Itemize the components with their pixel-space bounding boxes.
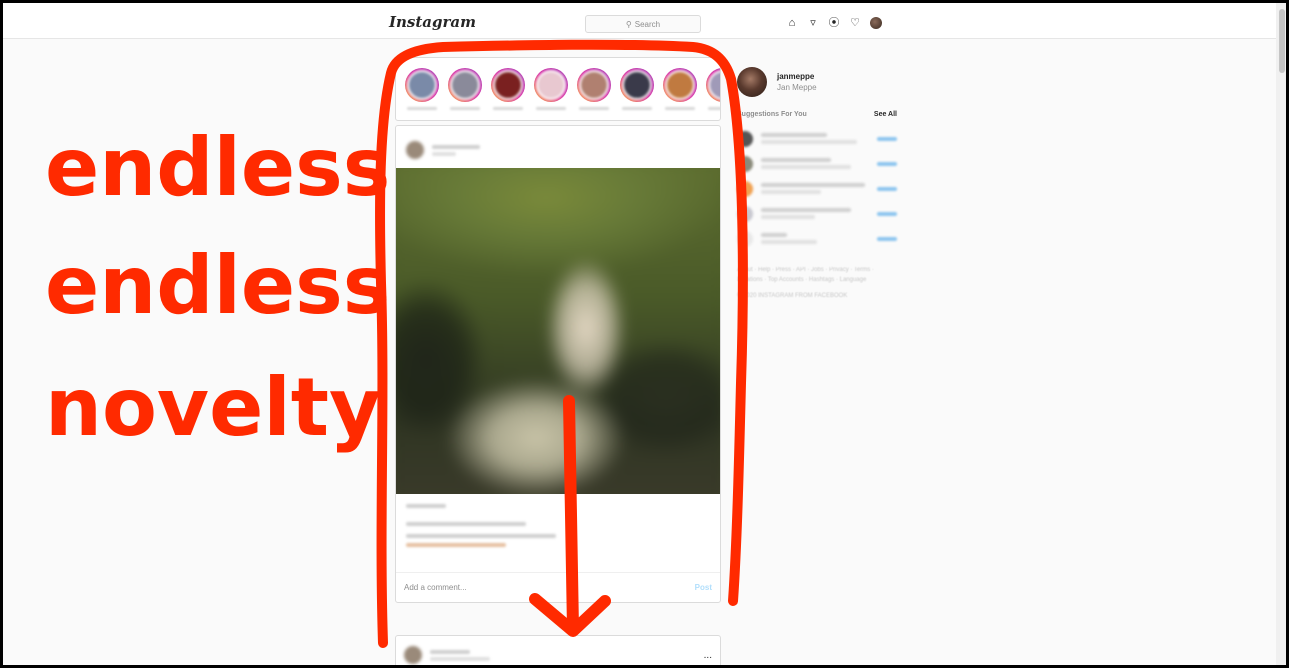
story-item[interactable] xyxy=(576,68,612,110)
annotation-line-3: novelty xyxy=(45,361,381,454)
heart-icon[interactable]: ♡ xyxy=(849,17,861,29)
post-comment-button[interactable]: Post xyxy=(695,583,712,592)
story-item[interactable] xyxy=(447,68,483,110)
feed-post-next: ... xyxy=(395,635,721,665)
suggestions-header: Suggestions For You See All xyxy=(737,111,897,118)
post-author-name[interactable] xyxy=(432,144,480,149)
scrollbar-thumb[interactable] xyxy=(1279,9,1285,73)
post-footer xyxy=(396,496,720,555)
avatar[interactable] xyxy=(737,180,753,197)
footer-links[interactable]: About · Help · Press · API · Jobs · Priv… xyxy=(737,265,897,285)
right-sidebar: janmeppe Jan Meppe Suggestions For You S… xyxy=(737,67,897,299)
home-icon[interactable]: ⌂ xyxy=(786,17,798,29)
avatar[interactable] xyxy=(737,205,753,222)
profile-icon[interactable] xyxy=(870,17,882,29)
post-photo[interactable] xyxy=(396,168,720,494)
post-author-avatar[interactable] xyxy=(406,141,424,159)
top-navigation-bar: Instagram ⚲ Search ⌂ ▿ ⦿ ♡ xyxy=(3,3,1286,39)
current-user: janmeppe Jan Meppe xyxy=(737,67,897,97)
suggestion-item xyxy=(737,126,897,151)
nav-icons: ⌂ ▿ ⦿ ♡ xyxy=(786,17,882,29)
feed-post: Add a comment... Post xyxy=(395,125,721,603)
browser-frame: Instagram ⚲ Search ⌂ ▿ ⦿ ♡ Add a comment… xyxy=(0,0,1289,668)
search-placeholder: Search xyxy=(634,19,661,29)
stories-tray xyxy=(395,57,721,121)
suggestions-list xyxy=(737,126,897,251)
follow-button[interactable] xyxy=(877,161,897,166)
current-fullname: Jan Meppe xyxy=(777,83,817,92)
annotation-line-1: endless xyxy=(45,121,390,214)
post-author-avatar[interactable] xyxy=(404,646,422,664)
follow-button[interactable] xyxy=(877,211,897,216)
avatar[interactable] xyxy=(737,155,753,172)
see-all-link[interactable]: See All xyxy=(874,111,897,118)
explore-icon[interactable]: ⦿ xyxy=(828,17,840,29)
add-comment-bar: Add a comment... Post xyxy=(396,572,720,602)
scrollbar[interactable] xyxy=(1276,3,1286,665)
post-location xyxy=(432,151,456,156)
avatar[interactable] xyxy=(737,230,753,247)
suggestion-item xyxy=(737,226,897,251)
story-item[interactable] xyxy=(662,68,698,110)
story-item[interactable] xyxy=(619,68,655,110)
search-input[interactable]: ⚲ Search xyxy=(585,15,701,33)
avatar[interactable] xyxy=(737,67,767,97)
suggestion-item xyxy=(737,201,897,226)
follow-button[interactable] xyxy=(877,136,897,141)
copyright: © 2020 INSTAGRAM FROM FACEBOOK xyxy=(737,293,848,299)
story-item[interactable] xyxy=(404,68,440,110)
suggestion-item xyxy=(737,176,897,201)
story-item[interactable] xyxy=(705,68,720,110)
instagram-logo[interactable]: Instagram xyxy=(389,13,476,31)
follow-button[interactable] xyxy=(877,186,897,191)
direct-icon[interactable]: ▿ xyxy=(807,17,819,29)
current-username[interactable]: janmeppe xyxy=(777,72,817,81)
follow-button[interactable] xyxy=(877,236,897,241)
story-item[interactable] xyxy=(490,68,526,110)
avatar[interactable] xyxy=(737,130,753,147)
more-options-icon[interactable]: ... xyxy=(704,650,712,661)
search-icon: ⚲ xyxy=(625,19,632,29)
comment-input[interactable]: Add a comment... xyxy=(404,583,467,592)
post-header xyxy=(396,126,720,174)
story-item[interactable] xyxy=(533,68,569,110)
suggestions-title: Suggestions For You xyxy=(737,111,807,118)
annotation-line-2: endless xyxy=(45,239,390,332)
suggestion-item xyxy=(737,151,897,176)
